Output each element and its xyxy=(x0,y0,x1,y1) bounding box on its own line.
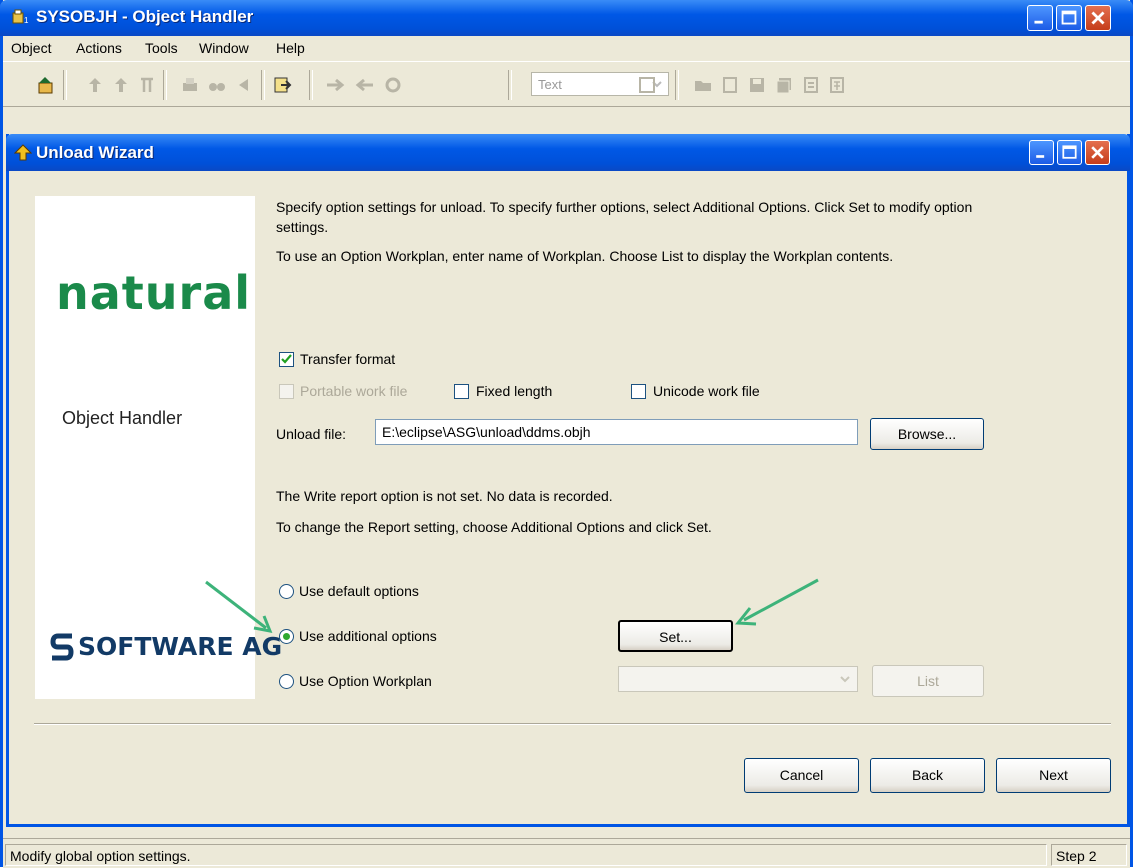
refresh-icon[interactable] xyxy=(383,75,403,95)
software-ag-logo: SOFTWARE AG xyxy=(78,632,283,661)
browse-button[interactable]: Browse... xyxy=(870,418,984,450)
annotation-arrow-icon xyxy=(205,580,273,633)
undo-icon[interactable] xyxy=(234,75,254,95)
app-icon: 1 xyxy=(12,9,29,25)
menu-actions[interactable]: Actions xyxy=(76,40,122,56)
product-subtitle: Object Handler xyxy=(62,408,183,428)
toolbar-separator xyxy=(163,70,167,100)
menu-object[interactable]: Object xyxy=(11,40,51,56)
open-icon[interactable] xyxy=(693,75,713,95)
properties-icon[interactable] xyxy=(827,75,847,95)
find-icon[interactable] xyxy=(207,75,227,95)
menu-help[interactable]: Help xyxy=(276,40,305,56)
software-ag-logo-icon xyxy=(50,633,74,661)
unload-file-input[interactable]: E:\eclipse\ASG\unload\ddms.objh xyxy=(375,419,858,445)
window-title: SYSOBJH - Object Handler xyxy=(36,7,254,26)
annotation-arrow-icon xyxy=(735,578,819,626)
close-button[interactable] xyxy=(1085,5,1111,31)
toolbar-separator xyxy=(508,70,512,100)
minimize-icon xyxy=(1034,20,1043,24)
unicode-work-file-label[interactable]: Unicode work file xyxy=(653,383,760,399)
close-icon xyxy=(1091,11,1105,25)
new-icon[interactable] xyxy=(720,75,740,95)
menu-bar: Object Actions Tools Window Help xyxy=(3,36,1130,60)
toolbar-separator xyxy=(309,70,313,100)
close-icon xyxy=(1091,146,1104,159)
toolbar-separator xyxy=(675,70,679,100)
back-button[interactable]: Back xyxy=(870,758,985,793)
transfer-icon[interactable] xyxy=(137,75,157,95)
fixed-length-label[interactable]: Fixed length xyxy=(476,383,552,399)
maximize-icon xyxy=(1061,10,1077,25)
maximize-icon xyxy=(1062,145,1077,159)
portable-work-file-checkbox[interactable] xyxy=(279,384,294,399)
wizard-close-button[interactable] xyxy=(1085,140,1110,165)
wizard-title-bar[interactable]: Unload Wizard xyxy=(6,134,1130,171)
workplan-select[interactable] xyxy=(618,666,858,692)
load-icon[interactable] xyxy=(85,75,105,95)
unicode-work-file-checkbox[interactable] xyxy=(631,384,646,399)
cancel-button[interactable]: Cancel xyxy=(744,758,859,793)
load-all-icon[interactable] xyxy=(111,75,131,95)
list-button[interactable]: List xyxy=(872,665,984,697)
svg-text:1: 1 xyxy=(24,16,29,25)
exit-icon[interactable] xyxy=(272,75,292,95)
maximize-button[interactable] xyxy=(1056,5,1082,31)
text-format-value: Text xyxy=(538,77,562,92)
unload-icon[interactable] xyxy=(36,75,56,95)
save-icon[interactable] xyxy=(747,75,767,95)
wizard-minimize-button[interactable] xyxy=(1029,140,1054,165)
unload-wizard-icon xyxy=(14,144,32,161)
check-icon xyxy=(281,354,292,364)
instruction-line-2: settings. xyxy=(276,219,329,235)
save-all-icon[interactable] xyxy=(774,75,794,95)
default-options-label[interactable]: Use default options xyxy=(299,583,419,599)
edit-icon[interactable] xyxy=(801,75,821,95)
radio-selected-dot xyxy=(283,633,290,640)
minimize-icon xyxy=(1036,155,1045,158)
unload-file-label: Unload file: xyxy=(276,426,347,442)
wizard-maximize-button[interactable] xyxy=(1057,140,1082,165)
instruction-line-3: To use an Option Workplan, enter name of… xyxy=(276,248,894,264)
print-icon[interactable] xyxy=(180,75,200,95)
title-bar[interactable]: 1 SYSOBJH - Object Handler xyxy=(0,0,1133,36)
transfer-format-label[interactable]: Transfer format xyxy=(300,351,395,367)
toolbar: Text xyxy=(3,61,1130,107)
report-hint: To change the Report setting, choose Add… xyxy=(276,519,712,535)
additional-options-label[interactable]: Use additional options xyxy=(299,628,437,644)
format-icon[interactable] xyxy=(637,75,657,95)
minimize-button[interactable] xyxy=(1027,5,1053,31)
fixed-length-checkbox[interactable] xyxy=(454,384,469,399)
additional-options-radio[interactable] xyxy=(279,629,294,644)
portable-work-file-label: Portable work file xyxy=(300,383,408,399)
status-message: Modify global option settings. xyxy=(5,844,1047,866)
default-options-radio[interactable] xyxy=(279,584,294,599)
status-step: Step 2 xyxy=(1051,844,1127,866)
option-workplan-radio[interactable] xyxy=(279,674,294,689)
natural-logo: natural xyxy=(56,266,252,320)
report-note: The Write report option is not set. No d… xyxy=(276,488,613,504)
next-button[interactable]: Next xyxy=(996,758,1111,793)
option-workplan-label[interactable]: Use Option Workplan xyxy=(299,673,432,689)
set-button[interactable]: Set... xyxy=(618,620,733,652)
toolbar-separator xyxy=(261,70,265,100)
toolbar-separator xyxy=(63,70,67,100)
arrow-left-icon[interactable] xyxy=(355,75,375,95)
arrow-right-icon[interactable] xyxy=(325,75,345,95)
menu-tools[interactable]: Tools xyxy=(145,40,178,56)
wizard-title: Unload Wizard xyxy=(36,143,154,162)
instruction-line-1: Specify option settings for unload. To s… xyxy=(276,199,973,215)
menu-window[interactable]: Window xyxy=(199,40,249,56)
status-bar: Modify global option settings. Step 2 xyxy=(3,838,1130,868)
transfer-format-checkbox[interactable] xyxy=(279,352,294,367)
chevron-down-icon xyxy=(840,676,850,683)
footer-divider xyxy=(34,723,1111,725)
